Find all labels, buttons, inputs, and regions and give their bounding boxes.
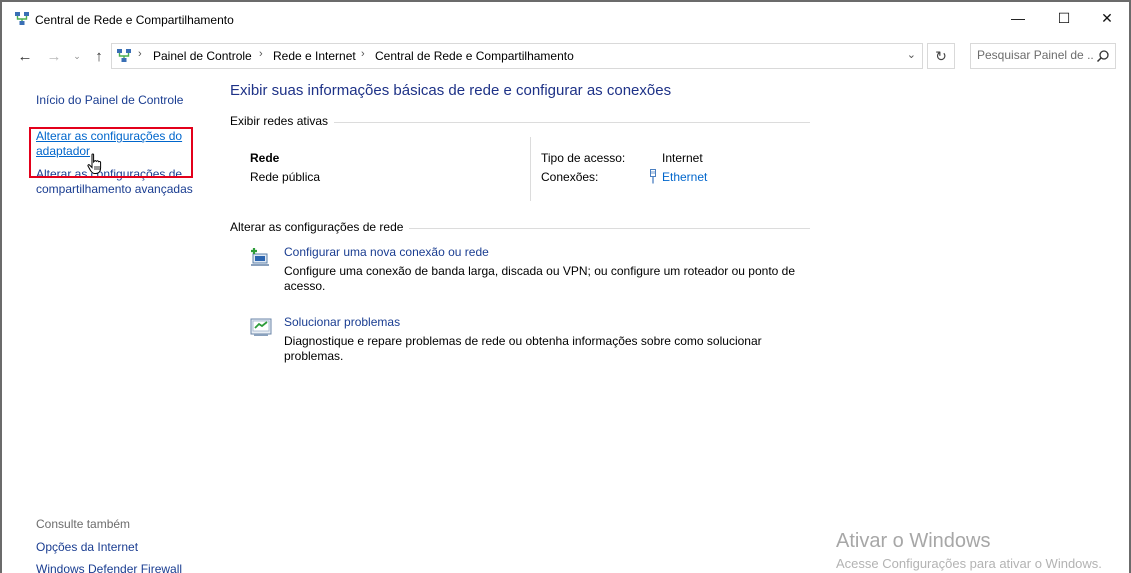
divider: [409, 227, 810, 229]
window-title: Central de Rede e Compartilhamento: [35, 13, 234, 27]
breadcrumb-separator[interactable]: ›: [361, 48, 365, 60]
search-icon[interactable]: [1096, 49, 1110, 63]
troubleshoot-icon[interactable]: [249, 315, 273, 339]
back-button[interactable]: ←: [15, 46, 35, 66]
ethernet-connection-link[interactable]: Ethernet: [662, 170, 707, 184]
sidebar-link-internet-options[interactable]: Opções da Internet: [36, 540, 138, 555]
active-networks-header: Exibir redes ativas: [230, 114, 810, 128]
see-also-heading: Consulte também: [36, 517, 131, 531]
access-type-value: Internet: [662, 151, 703, 165]
access-type-label: Tipo de acesso:: [541, 151, 626, 165]
window: Central de Rede e Compartilhamento — ☐ ✕…: [0, 0, 1131, 573]
network-type: Rede pública: [250, 170, 321, 184]
activation-watermark-subtitle: Acesse Configurações para ativar o Windo…: [836, 556, 1102, 571]
network-name: Rede: [250, 151, 280, 165]
troubleshoot-link[interactable]: Solucionar problemas: [284, 315, 400, 329]
title-bar: Central de Rede e Compartilhamento — ☐ ✕: [2, 2, 1129, 38]
breadcrumb-rede-e-internet[interactable]: Rede e Internet: [273, 49, 356, 63]
change-settings-header: Alterar as configurações de rede: [230, 220, 810, 234]
sidebar-link-control-panel-home[interactable]: Início do Painel de Controle: [36, 93, 183, 108]
ethernet-icon: [650, 169, 656, 184]
network-center-icon: [15, 12, 29, 25]
refresh-button[interactable]: ↻: [927, 43, 955, 69]
forward-button[interactable]: →: [44, 46, 64, 66]
divider: [334, 121, 810, 123]
hand-cursor-icon: [87, 153, 102, 174]
change-settings-header-label: Alterar as configurações de rede: [230, 220, 404, 234]
minimize-button[interactable]: —: [995, 2, 1041, 34]
sidebar-link-firewall[interactable]: Windows Defender Firewall: [36, 562, 182, 573]
navigation-bar: ← → ⌄ ↑ › Painel de Controle › Rede e In…: [2, 38, 1129, 74]
recent-locations-button[interactable]: ⌄: [70, 46, 84, 66]
address-dropdown-button[interactable]: ⌄: [907, 48, 916, 61]
sidebar: Início do Painel de Controle Alterar as …: [2, 74, 207, 573]
maximize-button[interactable]: ☐: [1041, 2, 1087, 34]
breadcrumb-separator[interactable]: ›: [259, 48, 263, 60]
setup-new-connection-description: Configure uma conexão de banda larga, di…: [284, 264, 796, 293]
address-bar[interactable]: › Painel de Controle › Rede e Internet ›…: [111, 43, 923, 69]
breadcrumb-separator[interactable]: ›: [138, 48, 142, 60]
highlight-annotation: [29, 127, 193, 178]
breadcrumb-painel-de-controle[interactable]: Painel de Controle: [153, 49, 252, 63]
setup-new-connection-link[interactable]: Configurar uma nova conexão ou rede: [284, 245, 489, 259]
up-button[interactable]: ↑: [89, 46, 109, 66]
search-input[interactable]: [977, 48, 1093, 62]
active-networks-header-label: Exibir redes ativas: [230, 114, 329, 128]
activation-watermark-title: Ativar o Windows: [836, 530, 991, 552]
connections-label: Conexões:: [541, 170, 599, 184]
new-connection-icon[interactable]: [249, 245, 273, 269]
search-box[interactable]: [970, 43, 1116, 69]
divider: [530, 137, 531, 201]
network-center-icon: [117, 49, 131, 62]
breadcrumb-central-de-rede[interactable]: Central de Rede e Compartilhamento: [375, 49, 574, 63]
close-button[interactable]: ✕: [1084, 2, 1129, 34]
page-title: Exibir suas informações básicas de rede …: [230, 82, 672, 99]
main-content: Exibir suas informações básicas de rede …: [207, 74, 827, 573]
troubleshoot-description: Diagnostique e repare problemas de rede …: [284, 334, 762, 363]
